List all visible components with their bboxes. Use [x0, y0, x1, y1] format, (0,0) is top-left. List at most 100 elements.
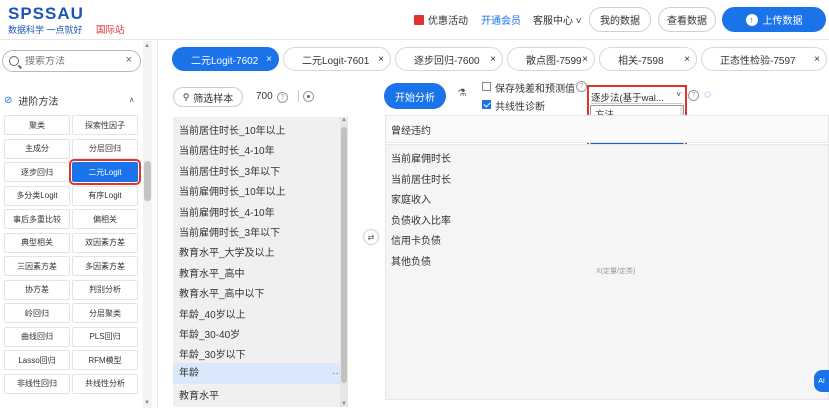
method-button[interactable]: RFM模型 — [72, 350, 138, 370]
scroll-down-icon[interactable]: ▼ — [341, 401, 347, 407]
method-button[interactable]: Lasso回归 — [4, 350, 70, 370]
variable-item[interactable]: 当前居住时长_10年以上 — [179, 122, 286, 137]
upload-label: 上传数据 — [762, 16, 803, 27]
ai-assistant-button[interactable]: AI — [814, 370, 829, 392]
variable-item[interactable]: 年龄_30-40岁 — [179, 326, 240, 341]
variable-item[interactable]: 年龄_40岁以上 — [179, 306, 246, 321]
help-icon[interactable]: ? — [277, 92, 288, 103]
x-variable[interactable]: 当前雇佣时长 — [391, 150, 451, 165]
international-site-link[interactable]: 国际站 — [96, 22, 125, 36]
record-icon[interactable] — [303, 91, 314, 102]
x-variable[interactable]: 其他负债 — [391, 253, 431, 268]
tab-analysis[interactable]: 散点图-7599 × — [507, 47, 595, 71]
section-advanced-methods[interactable]: ⊘ 进阶方法 ˄ — [4, 93, 136, 108]
tab-label: 散点图-7599 — [526, 55, 582, 67]
method-button[interactable]: 有序Logit — [72, 185, 138, 206]
chevron-up-icon[interactable]: ˄ — [129, 96, 134, 105]
method-button[interactable]: 双因素方差 — [72, 232, 138, 253]
collinearity-checkbox[interactable] — [482, 100, 491, 109]
paperclip-icon: ⊘ — [4, 95, 13, 106]
method-button[interactable]: 分层回归 — [72, 138, 138, 159]
member-link[interactable]: 开通会员 — [481, 12, 521, 27]
variable-label: 年龄 — [179, 367, 199, 379]
tab-analysis[interactable]: 二元Logit-7602 × — [172, 47, 279, 71]
method-button[interactable]: 多因素方差 — [72, 256, 138, 276]
flask-icon[interactable]: ⚗ — [455, 88, 469, 102]
close-icon[interactable]: × — [684, 54, 690, 65]
logo[interactable]: SPSSAU 数据科学 一点就好 — [8, 4, 84, 36]
close-icon[interactable]: × — [266, 54, 272, 65]
lightbulb-icon[interactable]: ◌ — [704, 87, 711, 101]
method-button[interactable]: 岭回归 — [4, 303, 70, 323]
variable-item[interactable]: 当前居住时长_3年以下 — [179, 163, 280, 178]
search-input[interactable] — [25, 55, 125, 67]
variable-item[interactable]: 教育水平 — [179, 387, 219, 402]
divider — [298, 90, 299, 102]
method-search[interactable]: × — [2, 50, 141, 72]
method-button[interactable]: 非线性回归 — [4, 373, 70, 394]
method-button[interactable]: 曲线回归 — [4, 326, 70, 347]
save-residual-label: 保存残差和预测值 — [495, 84, 575, 95]
scroll-down-icon[interactable]: ▼ — [144, 400, 150, 406]
scroll-up-icon[interactable]: ▲ — [144, 43, 150, 49]
start-analysis-button[interactable]: 开始分析 — [384, 83, 446, 109]
save-residual-checkbox[interactable] — [482, 82, 491, 91]
promo-label: 优惠活动 — [428, 16, 468, 27]
variable-item[interactable]: 年龄 ··· — [173, 362, 348, 384]
my-data-button[interactable]: 我的数据 — [589, 7, 651, 32]
x-variable[interactable]: 家庭收入 — [391, 191, 431, 206]
method-button[interactable]: 逐步回归 — [4, 162, 70, 182]
method-button[interactable]: 多分类Logit — [4, 185, 70, 206]
help-icon[interactable]: ? — [576, 81, 587, 92]
y-variable-box[interactable]: 曾经违约 — [385, 115, 829, 143]
variable-item[interactable]: 教育水平_大学及以上 — [179, 244, 275, 259]
x-variable[interactable]: 当前居住时长 — [391, 171, 451, 186]
method-button[interactable]: PLS回归 — [72, 326, 138, 347]
upload-data-button[interactable]: ↑ 上传数据 — [722, 7, 826, 32]
variable-item[interactable]: 当前雇佣时长_10年以上 — [179, 183, 286, 198]
variable-list-scrollbar[interactable]: ▲ ▼ — [340, 117, 348, 407]
scroll-thumb[interactable] — [144, 161, 151, 201]
method-button[interactable]: 偏相关 — [72, 209, 138, 229]
promo-link[interactable]: 优惠活动 — [414, 12, 468, 27]
close-icon[interactable]: × — [378, 54, 384, 65]
x-variable[interactable]: 信用卡负债 — [391, 232, 441, 247]
method-button[interactable]: 三因素方差 — [4, 256, 70, 276]
scroll-up-icon[interactable]: ▲ — [341, 117, 347, 123]
logo-slogan: 数据科学 一点就好 — [8, 25, 83, 35]
close-icon[interactable]: × — [490, 54, 496, 65]
variable-item[interactable]: 当前雇佣时长_4-10年 — [179, 204, 275, 219]
view-data-button[interactable]: 查看数据 — [658, 7, 716, 32]
swap-variables-button[interactable]: ⇄ — [363, 229, 379, 245]
tab-analysis[interactable]: 相关-7598 × — [599, 47, 697, 71]
method-button[interactable]: 共线性分析 — [72, 373, 138, 394]
method-button[interactable]: 二元Logit — [69, 159, 141, 185]
scroll-thumb[interactable] — [341, 127, 347, 383]
variable-item[interactable]: 当前居住时长_4-10年 — [179, 142, 275, 157]
sidebar-scrollbar[interactable]: ▲ ▼ — [143, 41, 152, 408]
method-button[interactable]: 探索性因子 — [72, 115, 138, 135]
service-center-menu[interactable]: 客服中心 ˅ — [533, 12, 582, 27]
method-button[interactable]: 分层聚类 — [72, 303, 138, 323]
method-button[interactable]: 判别分析 — [72, 279, 138, 300]
tab-analysis[interactable]: 正态性检验-7597 × — [701, 47, 827, 71]
help-icon[interactable]: ? — [688, 90, 699, 101]
y-variable[interactable]: 曾经违约 — [391, 122, 431, 137]
variable-item[interactable]: 教育水平_高中以下 — [179, 285, 265, 300]
method-button[interactable]: 聚类 — [4, 115, 70, 135]
variable-item[interactable]: 当前雇佣时长_3年以下 — [179, 224, 280, 239]
x-variable[interactable]: 负债收入比率 — [391, 212, 451, 227]
tab-analysis[interactable]: 逐步回归-7600 × — [395, 47, 503, 71]
clear-icon[interactable]: × — [126, 54, 132, 66]
method-button[interactable]: 典型相关 — [4, 232, 70, 253]
method-button[interactable]: 主成分 — [4, 138, 70, 159]
filter-samples-button[interactable]: ⚲ 筛选样本 — [173, 87, 243, 107]
method-button[interactable]: 协方差 — [4, 279, 70, 300]
close-icon[interactable]: × — [814, 54, 820, 65]
tab-analysis[interactable]: 二元Logit-7601 × — [283, 47, 391, 71]
close-icon[interactable]: × — [582, 54, 588, 65]
method-button[interactable]: 事后多重比较 — [4, 209, 70, 229]
variable-item[interactable]: 年龄_30岁以下 — [179, 346, 246, 361]
x-variable-box[interactable]: X(定量/定类) 当前雇佣时长 当前居住时长 家庭收入 负债收入比率 信用卡负债 其他负债 — [385, 144, 829, 400]
variable-item[interactable]: 教育水平_高中 — [179, 265, 245, 280]
